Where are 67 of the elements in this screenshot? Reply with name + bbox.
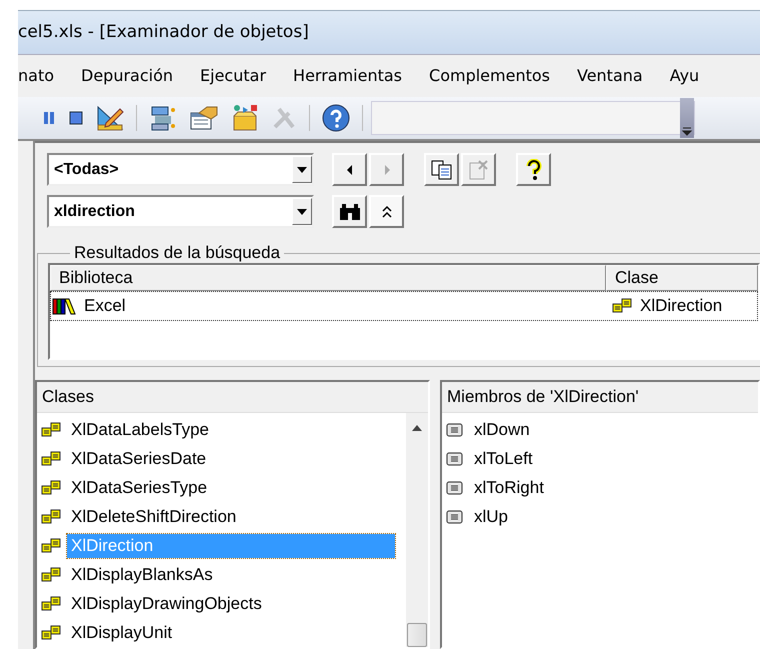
left-triangle-icon (346, 164, 354, 176)
project-explorer-icon[interactable] (149, 104, 177, 132)
table-cell: XlDirection (640, 296, 722, 316)
class-item[interactable]: XlDisplayUnit (67, 620, 176, 645)
window-title: cel5.xls - [Examinador de objetos] (18, 22, 309, 42)
member-item[interactable]: xlToLeft (470, 446, 537, 471)
search-combo-box[interactable]: xldirection (47, 195, 314, 228)
scrollbar[interactable] (406, 413, 428, 648)
class-icon (41, 480, 61, 496)
books-icon (52, 297, 76, 316)
scrollbar-thumb[interactable] (407, 623, 427, 648)
class-item[interactable]: XlDeleteShiftDirection (67, 504, 240, 529)
class-item[interactable]: XlDisplayDrawingObjects (67, 592, 266, 616)
search-button[interactable] (332, 195, 367, 228)
class-icon (41, 450, 61, 467)
class-icon (612, 298, 632, 314)
menu-item[interactable]: Herramientas (293, 66, 402, 86)
dropdown-arrow-icon[interactable] (297, 208, 307, 215)
member-item[interactable]: xlUp (470, 504, 512, 529)
class-icon (41, 538, 61, 554)
help-icon[interactable] (322, 104, 350, 132)
class-icon (41, 624, 61, 641)
collapse-button[interactable] (369, 195, 404, 228)
list-header: Clases (37, 382, 428, 414)
properties-window-icon[interactable] (189, 105, 219, 132)
menu-item[interactable]: Ejecutar (200, 66, 266, 86)
column-header[interactable]: Clase (606, 265, 758, 292)
result-row[interactable]: Excel XlDirection (50, 291, 758, 322)
menu-item[interactable]: Ayu (670, 66, 700, 86)
enum-member-icon (446, 480, 464, 495)
enum-member-icon (446, 510, 464, 524)
stop-icon[interactable] (68, 110, 84, 126)
class-icon (41, 596, 61, 612)
copy-icon (430, 158, 454, 181)
binoculars-icon (338, 202, 362, 222)
member-item[interactable]: xlToRight (470, 476, 548, 500)
menu-item[interactable]: nato (18, 66, 54, 86)
help-button[interactable] (516, 153, 551, 186)
scroll-up-icon[interactable] (412, 425, 422, 432)
group-title: Resultados de la búsqueda (73, 243, 282, 264)
question-mark-icon (526, 158, 542, 181)
member-item[interactable]: xlDown (470, 418, 534, 442)
toolbox-icon[interactable] (231, 104, 259, 132)
class-item[interactable]: XlDataSeriesType (67, 476, 212, 500)
menu-item[interactable]: Complementos (429, 66, 550, 86)
table-cell: Excel (84, 296, 126, 316)
class-icon (41, 422, 61, 438)
copy-button[interactable] (424, 153, 459, 186)
class-icon (41, 508, 61, 525)
pause-icon[interactable] (42, 110, 56, 126)
double-chevron-up-icon (380, 204, 392, 220)
menu-item[interactable]: Depuración (81, 66, 174, 86)
enum-member-icon (446, 452, 464, 466)
ruler-pencil-icon[interactable] (96, 105, 124, 132)
back-button[interactable] (332, 153, 367, 186)
list-header: Miembros de 'XlDirection' (442, 382, 758, 414)
class-icon (41, 566, 61, 583)
library-combo-box[interactable]: <Todas> (47, 153, 314, 186)
document-icon (466, 158, 490, 181)
class-item[interactable]: XlDisplayBlanksAs (67, 562, 217, 587)
menu-item[interactable]: Ventana (576, 66, 643, 86)
enum-member-icon (446, 422, 464, 437)
column-header[interactable]: Biblioteca (50, 265, 606, 292)
right-triangle-icon (382, 164, 390, 176)
dropdown-arrow-icon[interactable] (297, 166, 307, 173)
class-item[interactable]: XlDataLabelsType (67, 418, 213, 442)
class-item[interactable]: XlDataSeriesDate (67, 446, 210, 471)
